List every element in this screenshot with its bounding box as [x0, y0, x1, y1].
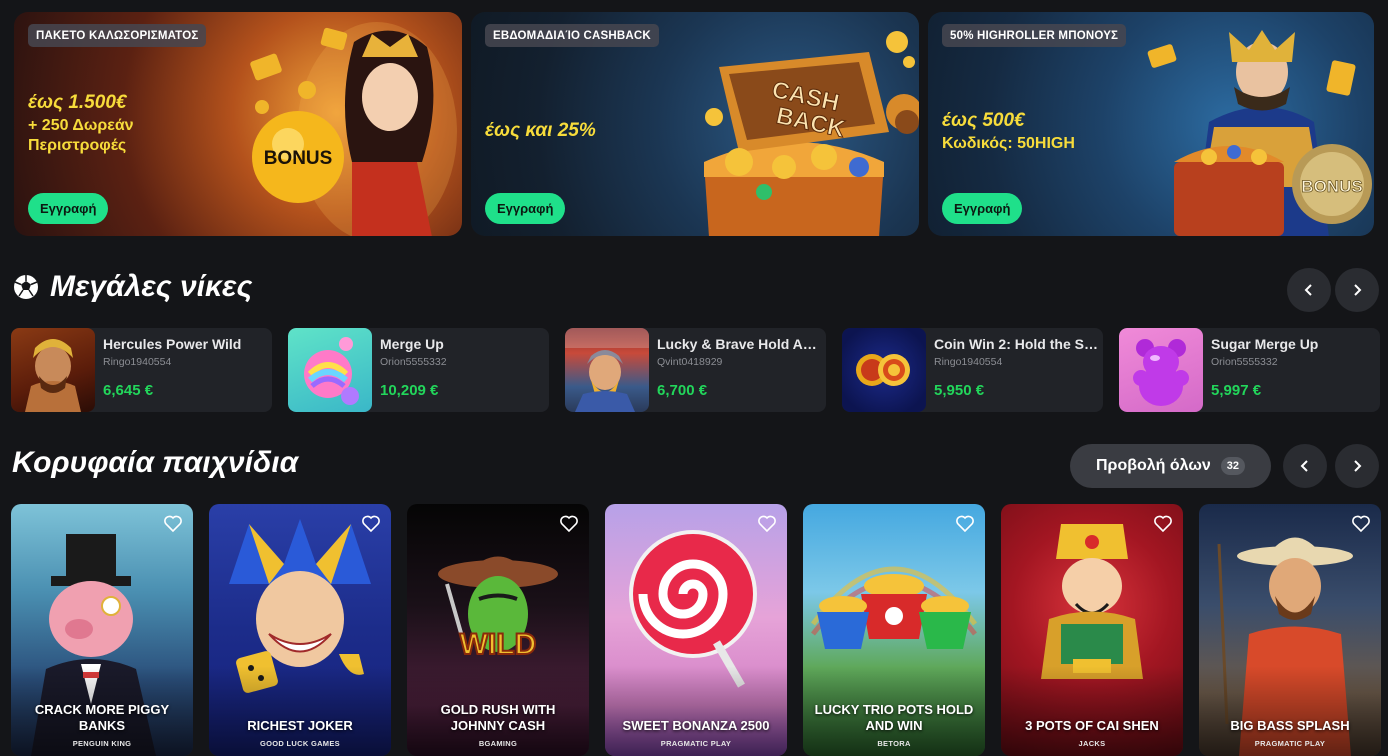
game-title: SWEET BONANZA 2500	[622, 718, 770, 733]
game-provider: BETORA	[877, 739, 911, 748]
win-game-name: Lucky & Brave Hold And Win	[657, 336, 821, 352]
game-title: BIG BASS SPLASH	[1230, 718, 1350, 733]
game-thumbnail	[11, 328, 95, 412]
game-provider: BGAMING	[478, 739, 518, 748]
win-card[interactable]: Merge Up Orion5555332 10,209 €	[288, 328, 549, 412]
wild-text: WILD	[460, 628, 537, 661]
game-tile[interactable]: LUCKY TRIO POTS HOLD AND WIN BETORA	[803, 504, 985, 756]
win-amount: 5,997 €	[1211, 382, 1262, 399]
banner-offer-sub: Περιστροφές	[28, 137, 127, 154]
win-amount: 6,645 €	[103, 382, 154, 399]
win-game-name: Sugar Merge Up	[1211, 336, 1319, 352]
game-tile[interactable]: RICHEST JOKER GOOD LUCK GAMES	[209, 504, 391, 756]
highroller-bonus-art: BONUS	[1147, 30, 1372, 236]
win-game-name: Coin Win 2: Hold the Spin	[934, 336, 1098, 352]
win-username: Orion5555332	[1211, 356, 1278, 368]
game-thumbnail	[842, 328, 926, 412]
heart-icon[interactable]	[757, 514, 777, 534]
heart-icon[interactable]	[163, 514, 183, 534]
big-wins-prev-button[interactable]	[1287, 268, 1331, 312]
win-card[interactable]: Coin Win 2: Hold the Spin Ringo1940554 5…	[842, 328, 1103, 412]
win-card[interactable]: Sugar Merge Up Orion5555332 5,997 €	[1119, 328, 1380, 412]
game-thumbnail	[565, 328, 649, 412]
win-username: Qvint0418929	[657, 356, 723, 368]
game-title: 3 POTS OF CAI SHEN	[1025, 718, 1159, 733]
game-tile[interactable]: 3 POTS OF CAI SHEN JACKS	[1001, 504, 1183, 756]
heart-icon[interactable]	[559, 514, 579, 534]
banner-tag: ΠΑΚΕΤΟ ΚΑΛΩΣΟΡΙΣΜΑΤΟΣ	[28, 24, 207, 47]
bonus-coin-text: BONUS	[1301, 177, 1362, 196]
banner-tag: 50% HIGHROLLER ΜΠΟΝΟΥΣ	[942, 24, 1127, 47]
banner-offer: έως 1.500€	[28, 92, 127, 113]
banner-offer: έως και 25%	[485, 120, 596, 141]
register-button[interactable]: Εγγραφή	[485, 193, 566, 224]
welcome-package-banner[interactable]: BONUS ΠΑΚΕΤΟ ΚΑΛΩΣΟΡΙΣΜΑΤΟΣ έως 1.500€ +…	[14, 12, 462, 236]
game-tile[interactable]: WILD GOLD RUSH WITH JOHNNY CASH BGAMING	[407, 504, 589, 756]
top-games-header: Κορυφαία παιχνίδια	[12, 446, 298, 480]
banner-offer: έως 500€	[942, 110, 1025, 131]
chevron-left-icon	[1300, 460, 1308, 472]
game-title: GOLD RUSH WITH JOHNNY CASH	[440, 702, 556, 733]
win-game-name: Hercules Power Wild	[103, 336, 242, 352]
top-games-title: Κορυφαία παιχνίδια	[12, 446, 299, 479]
weekly-cashback-banner[interactable]: CASH BACK ΕΒΔΟΜΑΔΙΑΊΟ CASHBACK έως και 2…	[471, 12, 919, 236]
game-tile[interactable]: SWEET BONANZA 2500 PRAGMATIC PLAY	[605, 504, 787, 756]
win-amount: 10,209 €	[380, 382, 439, 399]
game-title: LUCKY TRIO POTS HOLD AND WIN	[814, 702, 974, 733]
game-provider: PENGUIN KING	[72, 739, 132, 748]
game-provider: PRAGMATIC PLAY	[660, 739, 732, 748]
heart-icon[interactable]	[361, 514, 381, 534]
game-provider: GOOD LUCK GAMES	[260, 739, 340, 748]
chevron-left-icon	[1304, 284, 1312, 296]
chevron-right-icon	[1354, 460, 1362, 472]
win-username: Ringo1940554	[103, 356, 172, 368]
heart-icon[interactable]	[1153, 514, 1173, 534]
game-thumbnail	[1119, 328, 1203, 412]
win-amount: 6,700 €	[657, 382, 708, 399]
win-card[interactable]: Hercules Power Wild Ringo1940554 6,645 €	[11, 328, 272, 412]
soccer-ball-icon	[14, 275, 38, 299]
big-wins-header: Μεγάλες νίκες	[12, 270, 252, 304]
highroller-bonus-banner[interactable]: BONUS 50% HIGHROLLER ΜΠΟΝΟΥΣ έως 500€ Κω…	[928, 12, 1374, 236]
big-wins-list: Hercules Power Wild Ringo1940554 6,645 €…	[11, 328, 1380, 412]
welcome-bonus-art: BONUS	[250, 22, 457, 236]
big-wins-next-button[interactable]	[1335, 268, 1379, 312]
bonus-ball-text: BONUS	[264, 148, 333, 169]
view-all-label: Προβολή όλων	[1095, 457, 1211, 474]
register-button[interactable]: Εγγραφή	[28, 193, 109, 224]
chevron-right-icon	[1354, 284, 1362, 296]
register-button[interactable]: Εγγραφή	[942, 193, 1023, 224]
win-username: Ringo1940554	[934, 356, 1003, 368]
game-title: RICHEST JOKER	[247, 718, 353, 733]
game-title: CRACK MORE PIGGY BANKS	[34, 702, 170, 733]
win-amount: 5,950 €	[934, 382, 985, 399]
promo-banners: BONUS ΠΑΚΕΤΟ ΚΑΛΩΣΟΡΙΣΜΑΤΟΣ έως 1.500€ +…	[14, 12, 1374, 236]
view-all-button[interactable]: Προβολή όλων 32	[1070, 444, 1271, 488]
game-tile[interactable]: CRACK MORE PIGGY BANKS PENGUIN KING	[11, 504, 193, 756]
top-games-list: CRACK MORE PIGGY BANKS PENGUIN KING RICH…	[11, 504, 1381, 756]
banner-offer-sub: Κωδικός: 50HIGH	[942, 135, 1075, 152]
game-tile[interactable]: BIG BASS SPLASH PRAGMATIC PLAY	[1199, 504, 1381, 756]
top-games-prev-button[interactable]	[1283, 444, 1327, 488]
game-provider: PRAGMATIC PLAY	[1254, 739, 1326, 748]
heart-icon[interactable]	[955, 514, 975, 534]
game-thumbnail	[288, 328, 372, 412]
heart-icon[interactable]	[1351, 514, 1371, 534]
win-card[interactable]: Lucky & Brave Hold And Win Qvint0418929 …	[565, 328, 826, 412]
banner-offer-sub: + 250 Δωρεάν	[28, 117, 134, 134]
game-provider: JACKS	[1078, 739, 1106, 748]
big-wins-title: Μεγάλες νίκες	[50, 270, 253, 303]
win-username: Orion5555332	[380, 356, 447, 368]
cashback-chest-art: CASH BACK	[704, 31, 919, 236]
games-count-badge: 32	[1220, 457, 1246, 475]
top-games-next-button[interactable]	[1335, 444, 1379, 488]
banner-tag: ΕΒΔΟΜΑΔΙΑΊΟ CASHBACK	[485, 24, 659, 47]
win-game-name: Merge Up	[380, 336, 444, 352]
